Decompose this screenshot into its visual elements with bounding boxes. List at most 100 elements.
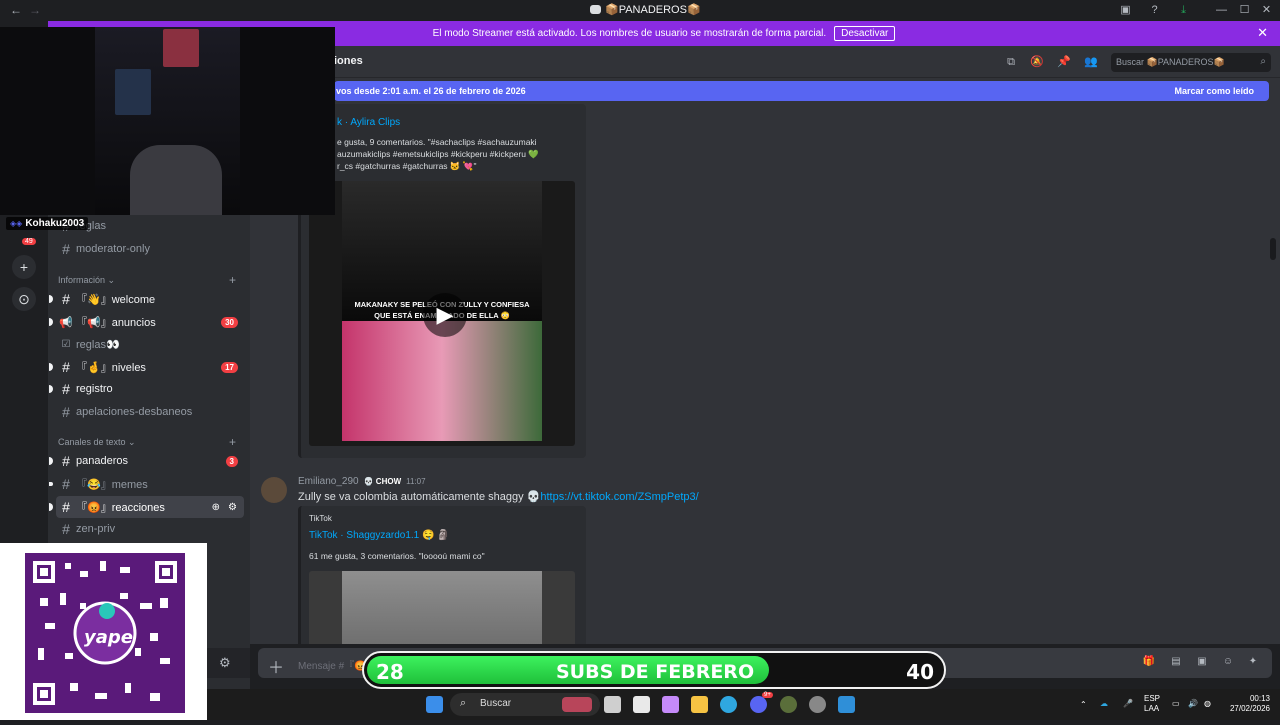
rules-icon: ☑ (61, 338, 71, 350)
add-member-icon[interactable]: ⊕ (212, 502, 220, 513)
show-hidden-icons[interactable]: ⌃ (1080, 700, 1087, 709)
minimize-button[interactable]: — (1214, 3, 1229, 18)
battery-icon[interactable]: ◍ (1204, 699, 1211, 708)
pinned-messages-icon[interactable]: 📌 (1057, 55, 1071, 69)
search-icon: ⌕ (1260, 56, 1266, 67)
user-settings-icon[interactable]: ⚙ (219, 655, 231, 671)
hash-icon: # (62, 499, 70, 515)
close-button[interactable]: ✕ (1259, 3, 1274, 18)
channel-title: iones (334, 55, 363, 67)
unread-indicator (49, 318, 53, 326)
message-link[interactable]: https://vt.tiktok.com/ZSmpPetp3/ (540, 491, 698, 503)
app-icon[interactable] (838, 696, 855, 713)
notification-settings-icon[interactable]: 🔕 (1030, 55, 1044, 69)
message-list: vos desde 2:01 a.m. el 26 de febrero de … (250, 78, 1280, 644)
download-icon[interactable]: ⤓ (1176, 3, 1191, 18)
embed-title[interactable]: TikTok · Shaggyzardo1.1 🤤 🗿 (309, 530, 450, 541)
channel-reglas-rules[interactable]: ☑ reglas👀 (56, 333, 244, 355)
poster-image (115, 69, 151, 115)
badge-icons: ◈◈ (10, 219, 23, 228)
unread-indicator (49, 385, 53, 393)
sticker-icon[interactable]: ▣ (1195, 656, 1209, 670)
sub-goal-target: 40 (906, 660, 934, 684)
copilot-icon[interactable] (662, 696, 679, 713)
video-thumbnail[interactable]: MAKANAKY SE PELEÓ CON ZULLY Y CONFIESA Q… (309, 181, 575, 446)
inbox-icon[interactable]: ▣ (1118, 3, 1133, 18)
apps-icon[interactable]: ✦ (1246, 656, 1260, 670)
maximize-button[interactable]: ☐ (1237, 3, 1252, 18)
create-channel-icon[interactable]: + (229, 435, 236, 449)
role-tag: 💀 CHOW (363, 477, 402, 486)
channel-panaderos[interactable]: # panaderos 3 (49, 450, 244, 472)
obs-icon[interactable] (809, 696, 826, 713)
hash-icon: # (62, 381, 70, 397)
channel-zen-priv[interactable]: # zen-priv (56, 518, 244, 540)
network-icon[interactable]: ▭ (1172, 699, 1180, 708)
app-icon[interactable] (780, 696, 797, 713)
back-arrow-icon[interactable]: ← (10, 3, 22, 17)
embed-title[interactable]: k · Aylira Clips (337, 117, 400, 128)
channel-welcome[interactable]: # 『👋』welcome (49, 288, 244, 310)
unread-indicator (49, 457, 53, 465)
volume-icon[interactable]: 🔊 (1188, 699, 1198, 708)
microphone-icon[interactable]: 🎤 (1123, 699, 1133, 708)
sub-goal-label: SUBS DE FEBRERO (556, 661, 755, 683)
member-list-icon[interactable]: 👥 (1084, 55, 1098, 69)
video-frame (342, 571, 542, 644)
username[interactable]: Emiliano_290 (298, 476, 359, 487)
forward-arrow-icon[interactable]: → (29, 3, 41, 17)
onedrive-icon[interactable]: ☁ (1100, 699, 1108, 708)
file-explorer-icon[interactable] (691, 696, 708, 713)
discover-servers-button[interactable]: ⊙ (12, 287, 36, 311)
edge-icon[interactable] (720, 696, 737, 713)
threads-icon[interactable]: ⧉ (1004, 55, 1018, 69)
tiktok-embed: k · Aylira Clips e gusta, 9 comentarios.… (298, 104, 586, 458)
close-banner-icon[interactable]: ✕ (1257, 25, 1268, 41)
mention-badge: 17 (221, 361, 238, 373)
language-indicator[interactable]: ESP LAA (1144, 694, 1160, 714)
new-messages-bar[interactable]: vos desde 2:01 a.m. el 26 de febrero de … (334, 81, 1269, 101)
create-channel-icon[interactable]: + (229, 273, 236, 287)
channel-memes[interactable]: # 『😂』memes (49, 473, 244, 495)
task-view-icon[interactable] (604, 696, 621, 713)
message-header: Emiliano_290 💀 CHOW 11:07 (298, 476, 426, 487)
mark-as-read-button[interactable]: Marcar como leído (1174, 86, 1254, 96)
search-input[interactable]: Buscar 📦PANADEROS📦 ⌕ (1111, 53, 1271, 72)
qr-code-overlay: yape (0, 543, 207, 720)
discord-notification-badge: 9+ (762, 692, 773, 698)
settings-icon[interactable]: ⚙ (228, 502, 237, 513)
store-icon[interactable] (633, 696, 650, 713)
message-content: Zully se va colombia automáticamente sha… (298, 491, 699, 503)
deactivate-button[interactable]: Desactivar (834, 26, 896, 41)
channel-niveles[interactable]: # 『🤞』niveles 17 (49, 356, 244, 378)
video-thumbnail[interactable] (309, 571, 575, 644)
hash-icon: # (62, 476, 70, 492)
scrollbar-thumb[interactable] (1270, 238, 1276, 260)
embed-description: e gusta, 9 comentarios. "#sachaclips #sa… (337, 137, 539, 171)
clock[interactable]: 00:13 27/02/2026 (1226, 694, 1270, 714)
category-informacion[interactable]: Información ⌄ (58, 275, 115, 286)
channel-apelaciones[interactable]: # apelaciones-desbaneos (56, 401, 244, 423)
hash-icon: # (62, 404, 70, 420)
megaphone-icon: 📢 (59, 316, 73, 329)
taskbar-search[interactable]: ⌕ Buscar (450, 693, 600, 716)
avatar[interactable] (261, 477, 287, 503)
gift-icon[interactable]: 🎁 (1142, 656, 1156, 670)
channel-registro[interactable]: # registro (49, 378, 244, 400)
channel-reacciones[interactable]: # 『😡』reacciones ⊕ ⚙ (49, 496, 244, 518)
emoji-icon[interactable]: ☺ (1221, 656, 1235, 670)
play-button[interactable]: ▶ (423, 293, 467, 337)
category-canales-de-texto[interactable]: Canales de texto ⌄ (58, 437, 136, 448)
new-messages-text: vos desde 2:01 a.m. el 26 de febrero de … (336, 86, 526, 96)
windows-start-icon[interactable] (426, 696, 443, 713)
hash-icon: # (62, 241, 70, 257)
add-server-button[interactable]: + (12, 255, 36, 279)
help-icon[interactable]: ? (1147, 3, 1162, 18)
channel-moderator-only[interactable]: # moderator-only (56, 238, 244, 260)
attach-button[interactable]: ＋ (268, 654, 284, 678)
channel-anuncios[interactable]: 📢 『📢』anuncios 30 (49, 311, 244, 333)
unread-indicator (49, 363, 53, 371)
gif-icon[interactable]: ▤ (1169, 656, 1183, 670)
discord-taskbar-icon[interactable] (750, 696, 767, 713)
window-title: 📦PANADEROS📦 (590, 3, 701, 16)
